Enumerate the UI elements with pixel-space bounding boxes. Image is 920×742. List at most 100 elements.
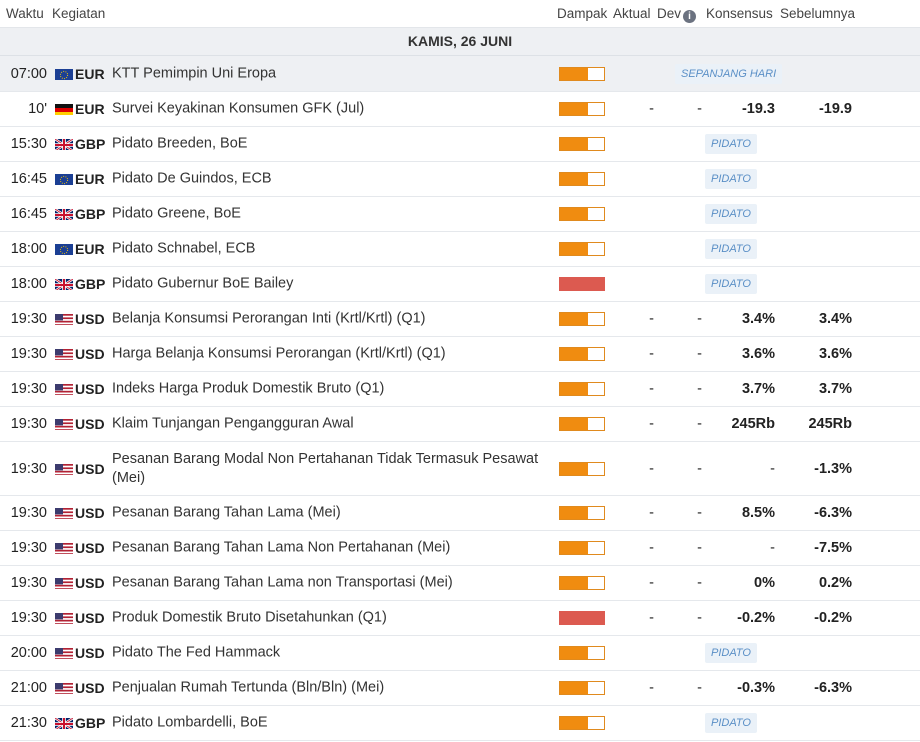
impact-indicator <box>559 66 605 81</box>
actual-value: - <box>649 311 654 327</box>
dev-value: - <box>697 416 702 432</box>
table-row[interactable]: 19:30 USD Belanja Konsumsi Perorangan Inti… <box>0 302 920 337</box>
table-row[interactable]: 19:30 USD Pesanan Barang Tahan Lama Non Pe… <box>0 531 920 566</box>
actual-value: - <box>649 416 654 432</box>
event-name[interactable]: Harga Belanja Konsumsi Perorangan (Krtl/… <box>112 345 560 364</box>
consensus-value: -0.2% <box>737 610 775 626</box>
impact-indicator <box>559 137 605 151</box>
currency-code: EUR <box>75 241 105 257</box>
table-row[interactable]: 19:30 USD Harga Belanja Konsumsi Peroranga… <box>0 337 920 372</box>
event-name[interactable]: Pidato Greene, BoE <box>112 205 560 224</box>
consensus-value: 0% <box>754 575 775 591</box>
event-name[interactable]: Produk Domestik Bruto Disetahunkan (Q1) <box>112 609 560 628</box>
event-time: 21:30 <box>10 715 47 731</box>
table-row[interactable]: 16:45 EUR Pidato De Guindos, ECB PIDATO <box>0 162 920 197</box>
event-name[interactable]: KTT Pemimpin Uni Eropa <box>112 64 560 83</box>
actual-value: - <box>649 540 654 556</box>
consensus-value: 3.6% <box>741 346 775 362</box>
event-name[interactable]: Pidato Breeden, BoE <box>112 135 560 154</box>
impact-fill <box>560 542 588 554</box>
table-row[interactable]: 21:00 USD Penjualan Rumah Tertunda (Bln/Bl… <box>0 671 920 706</box>
header-time[interactable]: Waktu <box>6 6 44 21</box>
impact-fill <box>560 348 588 360</box>
event-time: 15:30 <box>10 136 47 152</box>
dev-value: - <box>697 460 702 477</box>
event-name[interactable]: Pesanan Barang Modal Non Pertahanan Tida… <box>112 450 560 488</box>
header-impact[interactable]: Dampak <box>557 6 607 21</box>
previous-value: -7.5% <box>814 540 852 556</box>
impact-fill <box>560 418 588 430</box>
table-row[interactable]: 18:00 EUR Pidato Schnabel, ECB PIDATO <box>0 232 920 267</box>
event-name[interactable]: Penjualan Rumah Tertunda (Bln/Bln) (Mei) <box>112 679 560 698</box>
table-row[interactable]: 19:30 USD Pesanan Barang Modal Non Pertaha… <box>0 442 920 496</box>
event-name[interactable]: Pidato Lombardelli, BoE <box>112 714 560 733</box>
currency-code: USD <box>75 346 105 362</box>
event-time: 19:30 <box>10 610 47 626</box>
impact-indicator <box>559 461 605 476</box>
uk-flag-icon <box>55 208 73 220</box>
us-flag-icon <box>55 418 73 430</box>
header-consensus[interactable]: Konsensus <box>706 6 773 21</box>
speech-badge: PIDATO <box>705 204 757 224</box>
table-row[interactable]: 21:30 GBP Pidato Lombardelli, BoE PIDATO <box>0 706 920 741</box>
table-row[interactable]: 18:00 GBP Pidato Gubernur BoE Bailey PIDATO <box>0 267 920 302</box>
event-name[interactable]: Pesanan Barang Tahan Lama Non Pertahanan… <box>112 539 560 558</box>
event-name[interactable]: Pidato Schnabel, ECB <box>112 240 560 259</box>
currency-code: USD <box>75 381 105 397</box>
event-name[interactable]: Pidato Gubernur BoE Bailey <box>112 275 560 294</box>
event-name[interactable]: Pesanan Barang Tahan Lama non Transporta… <box>112 574 560 593</box>
dev-value: - <box>697 575 702 591</box>
table-row[interactable]: 19:30 USD Produk Domestik Bruto Disetahunk… <box>0 601 920 636</box>
table-row[interactable]: 15:30 GBP Pidato Breeden, BoE PIDATO <box>0 127 920 162</box>
consensus-value: 3.4% <box>741 311 775 327</box>
impact-indicator <box>559 242 605 256</box>
header-activity[interactable]: Kegiatan <box>52 6 105 21</box>
event-time: 20:00 <box>10 645 47 661</box>
event-name[interactable]: Pesanan Barang Tahan Lama (Mei) <box>112 504 560 523</box>
event-name[interactable]: Indeks Harga Produk Domestik Bruto (Q1) <box>112 380 560 399</box>
impact-fill <box>560 103 588 115</box>
actual-value: - <box>649 381 654 397</box>
uk-flag-icon <box>55 138 73 150</box>
consensus-value: 3.7% <box>741 381 775 397</box>
info-icon[interactable]: i <box>683 10 697 23</box>
header-actual[interactable]: Aktual <box>613 6 651 21</box>
day-label: KAMIS, 26 JUNI <box>0 28 920 56</box>
table-row[interactable]: 19:30 USD Indeks Harga Produk Domestik Bru… <box>0 372 920 407</box>
event-name[interactable]: Pidato The Fed Hammack <box>112 644 560 663</box>
table-row[interactable]: 19:30 USD Pesanan Barang Tahan Lama non Tr… <box>0 566 920 601</box>
event-name[interactable]: Survei Keyakinan Konsumen GFK (Jul) <box>112 100 560 119</box>
actual-value: - <box>649 680 654 696</box>
currency-code: USD <box>75 416 105 432</box>
previous-value: 3.6% <box>818 346 852 362</box>
all-day-badge: SEPANJANG HARI <box>675 63 783 84</box>
currency-code: GBP <box>75 715 106 731</box>
currency-code: EUR <box>75 65 105 82</box>
currency-code: USD <box>75 610 105 626</box>
event-time: 19:30 <box>10 575 47 591</box>
table-row[interactable]: 19:30 USD Pesanan Barang Tahan Lama (Mei) -… <box>0 496 920 531</box>
header-previous[interactable]: Sebelumnya <box>780 6 855 21</box>
event-name[interactable]: Pidato De Guindos, ECB <box>112 170 560 189</box>
table-row[interactable]: 19:30 USD Klaim Tunjangan Pengangguran Awa… <box>0 407 920 442</box>
event-time: 19:30 <box>10 311 47 327</box>
table-row[interactable]: 07:00 EUR KTT Pemimpin Uni Eropa SEPANJANG … <box>0 56 920 92</box>
impact-indicator <box>559 207 605 221</box>
event-time: 16:45 <box>10 171 47 187</box>
currency-code: USD <box>75 460 105 477</box>
table-row[interactable]: 20:00 USD Pidato The Fed Hammack PIDATO <box>0 636 920 671</box>
actual-value: - <box>649 101 654 117</box>
event-name[interactable]: Klaim Tunjangan Pengangguran Awal <box>112 415 560 434</box>
table-row[interactable]: 10' EUR Survei Keyakinan Konsumen GFK (Jul… <box>0 92 920 127</box>
event-time: 19:30 <box>10 346 47 362</box>
us-flag-icon <box>55 577 73 589</box>
dev-value: - <box>697 540 702 556</box>
previous-value: 245Rb <box>808 416 852 432</box>
header-dev-label[interactable]: Dev <box>657 6 681 21</box>
actual-value: - <box>649 460 654 477</box>
event-time: 10' <box>28 101 47 117</box>
dev-value: - <box>697 101 702 117</box>
table-row[interactable]: 16:45 GBP Pidato Greene, BoE PIDATO <box>0 197 920 232</box>
impact-indicator <box>559 611 605 625</box>
event-name[interactable]: Belanja Konsumsi Perorangan Inti (Krtl/K… <box>112 310 560 329</box>
